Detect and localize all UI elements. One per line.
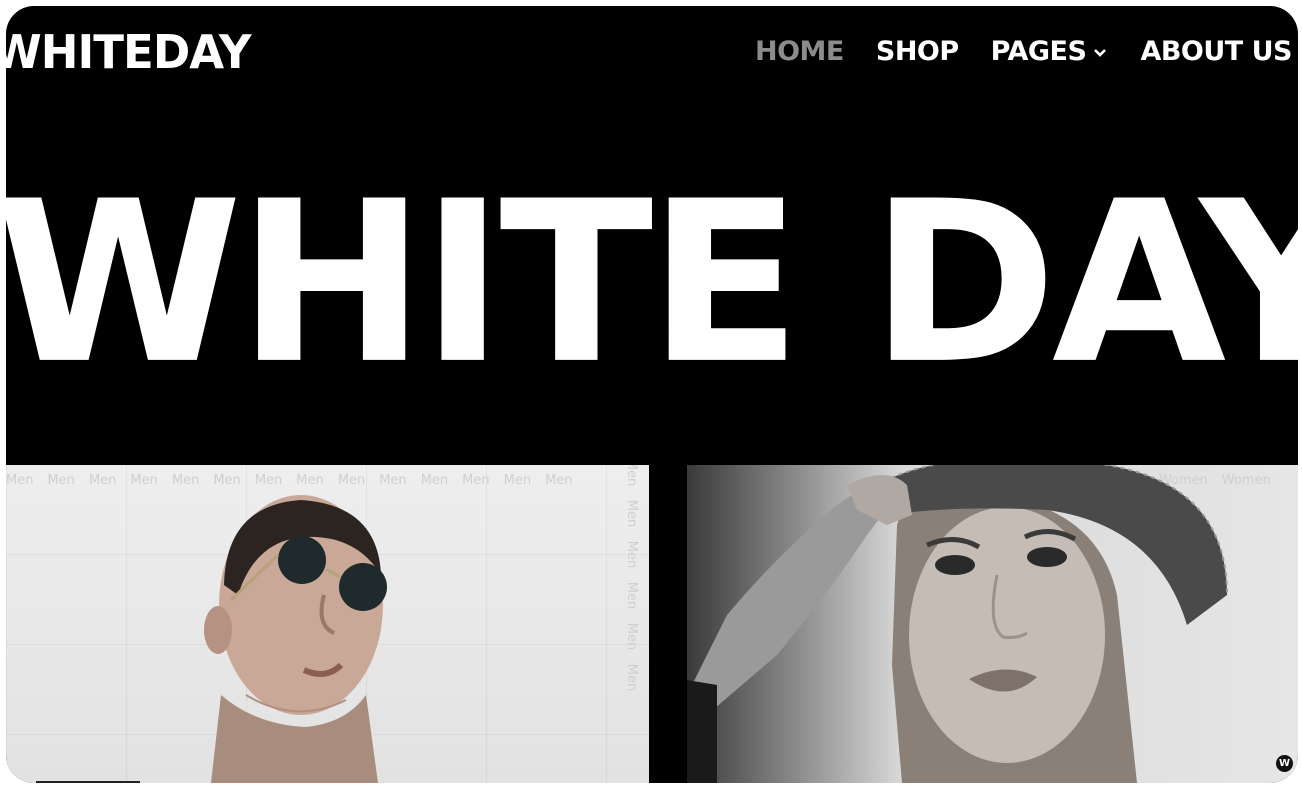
nav-home[interactable]: HOME	[755, 38, 844, 65]
woman-photo	[687, 465, 1228, 783]
men-category-card[interactable]: Men Men Men Men Men Men Men Men Men Men Men Men Men M…	[6, 465, 649, 783]
hero-title: WHITE DAY	[6, 153, 1298, 413]
men-pattern-column: Men Men Men Men Men Men	[623, 465, 639, 692]
site-logo[interactable]: WHITEDAY	[6, 29, 252, 75]
page-frame: WHITEDAY HOME SHOP PAGES ABOUT US CA WHI…	[6, 6, 1298, 783]
site-header: WHITEDAY HOME SHOP PAGES ABOUT US CA	[6, 6, 1298, 106]
man-photo	[204, 495, 387, 783]
nav-shop[interactable]: SHOP	[876, 38, 959, 65]
chevron-down-icon	[1094, 48, 1107, 57]
main-nav: HOME SHOP PAGES ABOUT US CA	[755, 38, 1298, 65]
nav-about-us[interactable]: ABOUT US	[1140, 38, 1292, 65]
men-label-bar	[36, 781, 140, 783]
site-badge-icon[interactable]: W	[1276, 755, 1293, 772]
nav-pages-label: PAGES	[990, 36, 1087, 67]
women-category-card[interactable]: WomenWomenWomenWomenWomenWomen	[687, 465, 1298, 783]
nav-pages[interactable]: PAGES	[991, 38, 1109, 65]
